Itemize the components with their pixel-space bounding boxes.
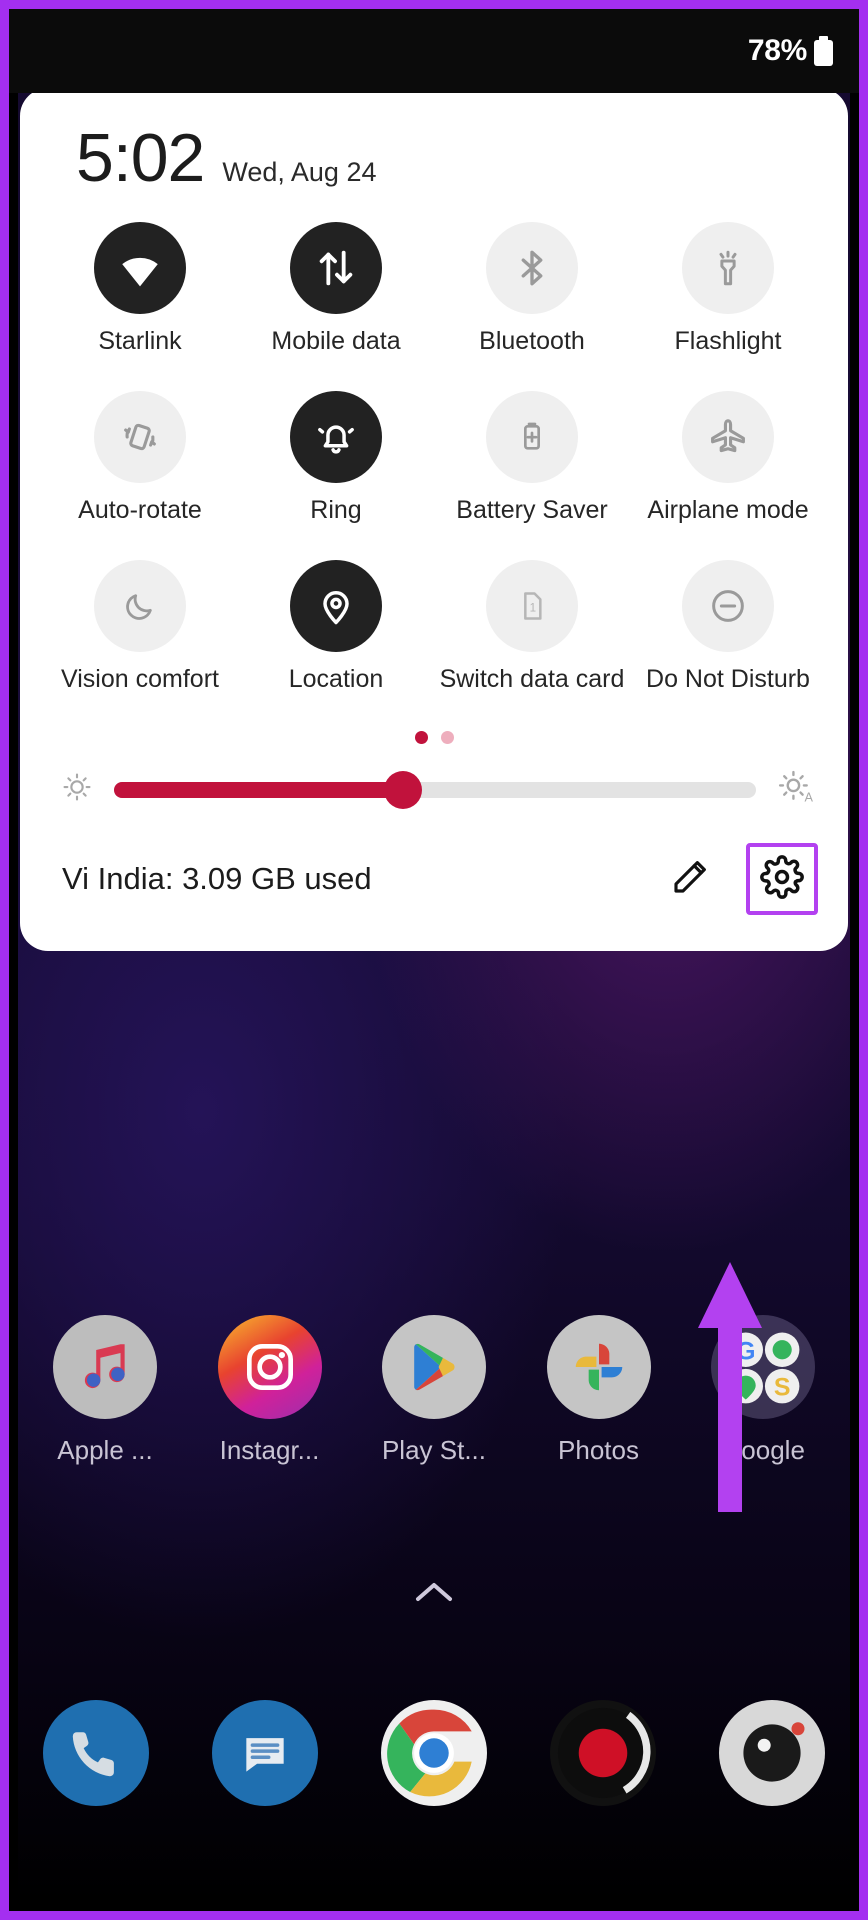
sim-card-icon: 1	[486, 560, 578, 652]
tile-label: Location	[288, 665, 384, 693]
svg-text:G: G	[736, 1337, 755, 1365]
bell-icon	[290, 391, 382, 483]
page-dot-active[interactable]	[414, 731, 428, 744]
app-label: Google	[721, 1435, 805, 1465]
brightness-low-icon	[60, 770, 94, 809]
svg-text:1: 1	[530, 602, 536, 615]
tile-label: Flashlight	[674, 327, 782, 355]
minus-circle-icon	[682, 560, 774, 652]
dock-item-red-app[interactable]	[537, 1700, 669, 1806]
app-label: Photos	[558, 1435, 639, 1465]
dock	[30, 1700, 838, 1806]
app-drawer-handle[interactable]	[0, 1578, 868, 1613]
page-dot-inactive[interactable]	[440, 731, 454, 744]
tile-battery-saver[interactable]: Battery Saver	[434, 391, 630, 558]
chevron-up-icon	[410, 1578, 458, 1613]
bluetooth-icon	[486, 222, 578, 314]
play-store-icon	[382, 1315, 486, 1419]
tile-label: Airplane mode	[647, 496, 809, 524]
tile-flashlight[interactable]: Flashlight	[630, 222, 826, 389]
google-photos-icon	[546, 1315, 651, 1419]
app-google-photos[interactable]: Photos	[524, 1315, 674, 1466]
tile-vision-comfort[interactable]: Vision comfort	[42, 560, 238, 727]
tile-location[interactable]: Location	[238, 560, 434, 727]
moon-icon	[94, 560, 186, 652]
mobile-data-icon	[290, 222, 382, 314]
tile-bluetooth[interactable]: Bluetooth	[434, 222, 630, 389]
messages-icon	[212, 1700, 318, 1806]
red-app-icon	[550, 1700, 656, 1806]
battery-percentage: 78%	[747, 34, 807, 67]
brightness-auto-icon[interactable]: A	[776, 768, 814, 811]
quick-settings-panel: 5:02 Wed, Aug 24 Starlink Mobile data Bl…	[20, 88, 848, 951]
auto-rotate-icon	[94, 391, 186, 483]
airplane-icon	[682, 391, 774, 483]
flashlight-icon	[682, 222, 774, 314]
wifi-icon	[94, 222, 186, 314]
dock-item-messages[interactable]	[199, 1700, 331, 1806]
clock-row: 5:02 Wed, Aug 24	[20, 88, 848, 192]
tile-do-not-disturb[interactable]: Do Not Disturb	[630, 560, 826, 727]
google-folder-icon: G S	[711, 1315, 815, 1419]
clock-time[interactable]: 5:02	[76, 124, 205, 192]
page-indicator	[20, 731, 848, 750]
tile-label: Auto-rotate	[78, 496, 202, 524]
battery-saver-icon	[486, 391, 578, 483]
tile-ring[interactable]: Ring	[238, 391, 434, 558]
tile-label: Battery Saver	[456, 496, 608, 524]
tile-switch-data-card[interactable]: 1 Switch data card	[434, 560, 630, 727]
brightness-slider-row: A	[20, 750, 848, 811]
status-bar: 78%	[9, 9, 859, 93]
battery-icon	[814, 36, 833, 66]
apple-music-icon	[53, 1315, 157, 1419]
tile-label: Mobile data	[271, 327, 401, 355]
chrome-icon	[381, 1700, 487, 1806]
svg-text:A: A	[805, 790, 814, 804]
pencil-icon	[669, 856, 711, 903]
brightness-fill	[114, 781, 403, 798]
app-folder-google[interactable]: G S Google	[688, 1315, 838, 1466]
app-label: Apple ...	[57, 1435, 153, 1465]
svg-text:S: S	[774, 1374, 791, 1402]
app-instagram[interactable]: Instagr...	[195, 1315, 345, 1466]
camera-icon	[719, 1700, 825, 1806]
dock-item-phone[interactable]	[30, 1700, 162, 1806]
tile-auto-rotate[interactable]: Auto-rotate	[42, 391, 238, 558]
app-play-store[interactable]: Play St...	[359, 1315, 509, 1466]
dock-item-camera[interactable]	[706, 1700, 838, 1806]
tile-label: Bluetooth	[479, 327, 585, 355]
tile-airplane-mode[interactable]: Airplane mode	[630, 391, 826, 558]
status-bar-right: 78%	[748, 34, 833, 68]
app-label: Play St...	[381, 1435, 487, 1465]
clock-date[interactable]: Wed, Aug 24	[222, 157, 376, 188]
location-pin-icon	[290, 560, 382, 652]
phone-icon	[43, 1700, 149, 1806]
tile-label: Switch data card	[439, 665, 625, 693]
footer-actions	[654, 843, 818, 915]
quick-settings-tiles: Starlink Mobile data Bluetooth Flashligh…	[20, 192, 848, 727]
instagram-icon	[217, 1315, 322, 1419]
settings-button[interactable]	[746, 843, 818, 915]
tile-label: Do Not Disturb	[646, 665, 810, 693]
edit-tiles-button[interactable]	[654, 843, 726, 915]
tile-mobile-data[interactable]: Mobile data	[238, 222, 434, 389]
brightness-slider[interactable]	[114, 770, 756, 809]
app-label: Instagr...	[219, 1435, 320, 1465]
brightness-knob[interactable]	[383, 770, 422, 809]
tile-label: Vision comfort	[61, 665, 219, 693]
data-usage-text[interactable]: Vi India: 3.09 GB used	[62, 861, 372, 897]
quick-settings-footer: Vi India: 3.09 GB used	[20, 811, 848, 941]
gear-icon	[760, 854, 804, 904]
app-apple-music[interactable]: Apple ...	[30, 1315, 180, 1466]
tile-starlink[interactable]: Starlink	[42, 222, 238, 389]
home-app-row: Apple ... Instagr... Play St... Photos G…	[30, 1315, 838, 1466]
dock-item-chrome[interactable]	[368, 1700, 500, 1806]
tile-label: Starlink	[98, 327, 182, 355]
tile-label: Ring	[310, 496, 362, 524]
